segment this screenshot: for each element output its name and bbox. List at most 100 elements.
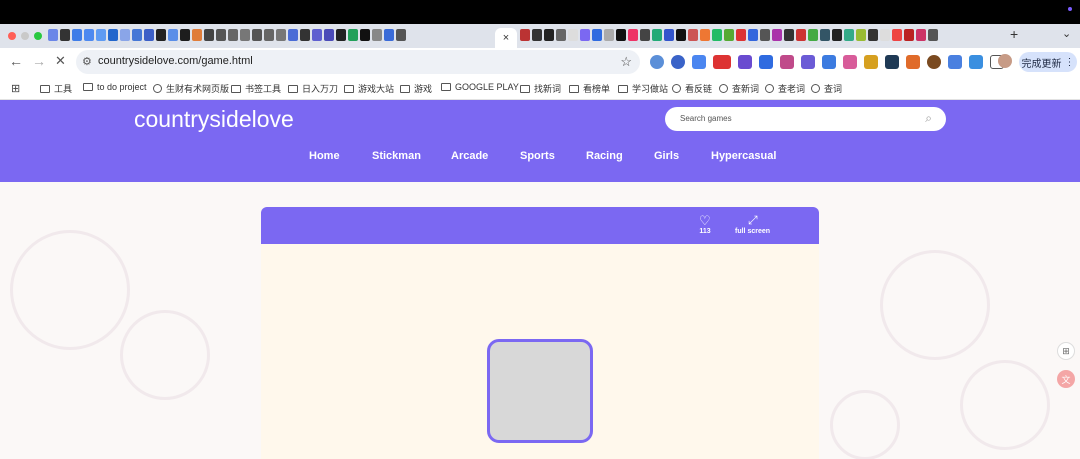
fullscreen-icon[interactable]: ⤢ [748, 213, 758, 228]
add-widget-icon[interactable]: ⊞ [1057, 342, 1075, 360]
tab-favicon-icon[interactable] [676, 29, 686, 41]
tab-favicon-icon[interactable] [652, 29, 662, 41]
tab-favicon-icon[interactable] [384, 29, 394, 41]
tab-favicon-icon[interactable] [228, 29, 238, 41]
extension-icon[interactable] [885, 55, 899, 69]
tab-favicon-icon[interactable] [264, 29, 274, 41]
tab-favicon-icon[interactable] [520, 29, 530, 41]
tab-favicon-icon[interactable] [544, 29, 554, 41]
tab-favicon-icon[interactable] [180, 29, 190, 41]
tab-favicon-icon[interactable] [60, 29, 70, 41]
site-info-icon[interactable]: ⚙ [82, 55, 92, 68]
tab-favicon-icon[interactable] [84, 29, 94, 41]
extension-icon[interactable] [738, 55, 752, 69]
tab-favicon-icon[interactable] [688, 29, 698, 41]
game-thumbnail[interactable] [487, 339, 593, 443]
bookmark-folder[interactable]: 看榜单 [569, 82, 610, 95]
bookmark-folder[interactable]: to do project [83, 82, 147, 92]
url-text[interactable]: countrysidelove.com/game.html [98, 55, 253, 67]
tab-favicon-icon[interactable] [892, 29, 902, 41]
tab-favicon-icon[interactable] [96, 29, 106, 41]
tab-favicon-icon[interactable] [724, 29, 734, 41]
extension-icon[interactable] [713, 55, 731, 69]
heart-icon[interactable]: ♡ [699, 213, 711, 229]
bookmark-folder[interactable]: 游戏 [400, 82, 432, 95]
tab-favicon-icon[interactable] [532, 29, 542, 41]
nav-hypercasual[interactable]: Hypercasual [711, 150, 776, 162]
tab-favicon-icon[interactable] [832, 29, 842, 41]
tab-favicon-icon[interactable] [108, 29, 118, 41]
search-bar[interactable]: Search games ⌕ [665, 107, 946, 131]
tab-favicon-icon[interactable] [856, 29, 866, 41]
search-input[interactable]: Search games [680, 114, 732, 123]
extension-icon[interactable] [843, 55, 857, 69]
tab-favicon-icon[interactable] [760, 29, 770, 41]
close-window-icon[interactable] [8, 32, 16, 40]
tab-favicon-icon[interactable] [820, 29, 830, 41]
tab-favicon-icon[interactable] [796, 29, 806, 41]
tab-favicon-icon[interactable] [144, 29, 154, 41]
update-button[interactable]: 完成更新 ⋮ [1019, 52, 1077, 72]
extension-icon[interactable] [759, 55, 773, 69]
tab-favicon-icon[interactable] [120, 29, 130, 41]
tab-favicon-icon[interactable] [324, 29, 334, 41]
bookmark-folder[interactable]: 日入万刀 [288, 82, 338, 95]
tab-favicon-icon[interactable] [616, 29, 626, 41]
bookmark-link[interactable]: 查词 [811, 82, 842, 95]
bookmark-link[interactable]: 查新词 [719, 82, 759, 95]
extension-icon[interactable] [864, 55, 878, 69]
back-icon[interactable]: ← [9, 54, 23, 68]
tab-favicon-icon[interactable] [604, 29, 614, 41]
tab-search-button[interactable]: ⌄ [1062, 27, 1071, 40]
tab-favicon-icon[interactable] [748, 29, 758, 41]
tab-favicon-icon[interactable] [192, 29, 202, 41]
tab-favicon-icon[interactable] [868, 29, 878, 41]
tab-favicon-icon[interactable] [48, 29, 58, 41]
tab-favicon-icon[interactable] [288, 29, 298, 41]
minimize-window-icon[interactable] [21, 32, 29, 40]
close-tab-icon[interactable]: × [495, 28, 517, 48]
tab-favicon-icon[interactable] [712, 29, 722, 41]
bookmark-star-icon[interactable]: ☆ [620, 54, 632, 70]
extension-icon[interactable] [927, 55, 941, 69]
maximize-window-icon[interactable] [34, 32, 42, 40]
fullscreen-label[interactable]: full screen [735, 228, 770, 235]
avatar[interactable] [998, 54, 1012, 68]
tab-favicon-icon[interactable] [808, 29, 818, 41]
tab-favicon-icon[interactable] [568, 29, 578, 41]
nav-girls[interactable]: Girls [654, 150, 679, 162]
tab-favicon-icon[interactable] [880, 29, 890, 41]
tab-favicon-icon[interactable] [580, 29, 590, 41]
tab-favicon-icon[interactable] [592, 29, 602, 41]
tab-favicon-icon[interactable] [928, 29, 938, 41]
tab-favicon-icon[interactable] [168, 29, 178, 41]
tab-favicon-icon[interactable] [640, 29, 650, 41]
apps-grid-icon[interactable]: ⊞ [11, 82, 20, 95]
bookmark-folder[interactable]: 游戏大站 [344, 82, 394, 95]
nav-home[interactable]: Home [309, 150, 340, 162]
forward-icon[interactable]: → [32, 54, 46, 68]
extension-icon[interactable] [822, 55, 836, 69]
new-tab-button[interactable]: + [1010, 26, 1018, 42]
extension-icon[interactable] [969, 55, 983, 69]
bookmark-link[interactable]: 查老词 [765, 82, 805, 95]
tab-favicon-icon[interactable] [556, 29, 566, 41]
tab-favicon-icon[interactable] [844, 29, 854, 41]
tab-favicon-icon[interactable] [772, 29, 782, 41]
site-logo[interactable]: countrysidelove [134, 106, 294, 133]
extension-icon[interactable] [692, 55, 706, 69]
bookmark-folder[interactable]: 找新词 [520, 82, 561, 95]
tab-favicon-icon[interactable] [156, 29, 166, 41]
tab-favicon-icon[interactable] [312, 29, 322, 41]
tab-favicon-icon[interactable] [628, 29, 638, 41]
tab-favicon-icon[interactable] [916, 29, 926, 41]
nav-sports[interactable]: Sports [520, 150, 555, 162]
bookmark-folder[interactable]: 学习做站 [618, 82, 668, 95]
extension-icon[interactable] [780, 55, 794, 69]
tab-favicon-icon[interactable] [396, 29, 406, 41]
tab-favicon-icon[interactable] [72, 29, 82, 41]
extension-icon[interactable] [801, 55, 815, 69]
stop-loading-icon[interactable]: ✕ [55, 54, 66, 68]
bookmark-folder[interactable]: GOOGLE PLAY [441, 82, 519, 92]
nav-arcade[interactable]: Arcade [451, 150, 488, 162]
